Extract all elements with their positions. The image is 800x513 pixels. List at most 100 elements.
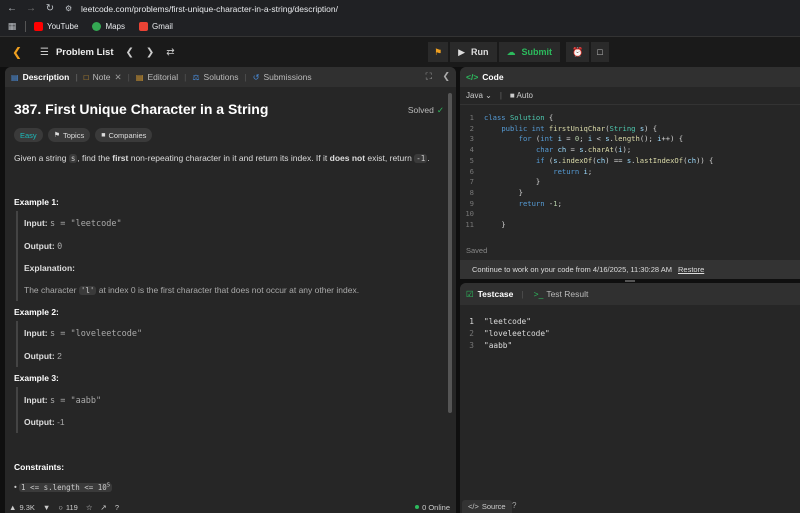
terminal-icon: >_ [533,289,544,299]
comment-icon: ○ [58,502,63,512]
constraint-item: • 1 <= s.length <= 105 [14,482,113,492]
description-scrollbar[interactable] [448,93,452,413]
list-icon: ☰ [40,46,49,58]
save-status: Saved [466,246,488,255]
bookmark-gmail[interactable]: Gmail [139,22,173,31]
restore-banner: Continue to work on your code from 4/16/… [460,260,800,279]
auto-mode-toggle[interactable]: ■ Auto [510,91,533,100]
resize-handle[interactable] [625,280,635,282]
back-icon[interactable]: ← [5,2,19,16]
topics-chip[interactable]: ⚑ Topics [47,128,91,142]
address-bar[interactable]: ⚙ leetcode.com/problems/first-unique-cha… [65,4,338,14]
help-icon: ? [114,502,120,512]
document-icon: ▤ [11,72,19,82]
timer-button[interactable]: ⏰ [566,42,590,62]
chevron-down-icon: ⌄ [485,91,492,100]
favorite-button[interactable]: ☆ [86,503,93,512]
bug-icon: ⚑ [434,46,443,57]
example-3-output: Output: -1 [24,417,65,427]
reload-icon[interactable]: ↻ [43,2,57,16]
help-button[interactable]: ? [115,503,119,512]
help-circle-icon[interactable]: ? [512,501,516,510]
prev-problem-icon[interactable]: ❮ [126,47,134,58]
run-button[interactable]: ▶ Run [450,42,497,62]
online-count: 0 Online [415,503,450,512]
online-dot-icon [415,505,420,509]
example-2-output: Output: 2 [24,351,62,361]
close-icon[interactable]: ✕ [115,72,122,83]
submit-button[interactable]: ☁ Submit [498,42,560,62]
tab-submissions[interactable]: ↺ Submissions [253,72,312,82]
lock-icon: ■ [509,91,515,100]
example-1-explanation: The character 'l' at index 0 is the firs… [24,285,360,295]
shuffle-icon[interactable]: ⇄ [166,47,174,58]
tab-testcase[interactable]: ☑ Testcase [466,289,513,300]
note-icon: □ [597,47,603,57]
flask-icon: ⚖ [192,72,200,82]
bookmark-youtube[interactable]: YouTube [34,22,78,31]
play-icon: ▶ [458,46,465,57]
tab-test-result[interactable]: >_ Test Result [534,289,589,299]
example-1-output: Output: 0 [24,241,63,252]
example-2-title: Example 2: [14,307,59,317]
tab-description[interactable]: ▤ Description | [11,72,78,82]
problem-content: 387. First Unique Character in a String … [14,101,444,492]
share-button[interactable]: ↗ [101,503,107,512]
code-tab-bar: </> Code [460,67,800,87]
history-icon: ↺ [252,72,260,82]
like-button[interactable]: ▲ 9.3K [9,503,35,512]
next-problem-icon[interactable]: ❯ [146,47,154,58]
example-3-input: Input: s = "aabb" [24,395,102,406]
run-submit-toolbar: ⚑ ▶ Run ☁ Submit ⏰ □ [428,42,611,62]
site-info-icon[interactable]: ⚙ [65,4,75,14]
page-title: 387. First Unique Character in a String [14,101,269,117]
browser-toolbar: ← → ↻ ⚙ leetcode.com/problems/first-uniq… [0,0,800,17]
tab-solutions[interactable]: ⚖ Solutions | [192,72,246,82]
url-text: leetcode.com/problems/first-unique-chara… [81,3,338,14]
difficulty-badge: Easy [14,128,43,142]
bookmarks-bar: ▦ YouTube Maps Gmail [0,17,800,37]
comments-button[interactable]: ○ 119 [58,503,78,512]
source-button[interactable]: </> Source [462,500,512,513]
collapse-icon[interactable]: ❮ [442,71,450,81]
language-select[interactable]: Java ⌄ [466,91,492,100]
tab-note[interactable]: □ Note ✕ | [84,72,130,83]
share-icon: ↗ [100,502,107,512]
restore-link[interactable]: Restore [678,265,704,274]
dislike-button[interactable]: ▼ [43,503,50,512]
constraints-title: Constraints: [14,462,65,472]
gmail-icon [139,22,148,31]
debug-button[interactable]: ⚑ [428,42,449,62]
alarm-icon: ⏰ [572,46,584,57]
engagement-bar: ▲ 9.3K ▼ ○ 119 ☆ ↗ ? 0 Online [5,501,456,513]
tab-editorial[interactable]: ▤ Editorial | [136,72,187,82]
testcase-tab-bar: ☑ Testcase | >_ Test Result [460,283,800,305]
bookmark-maps[interactable]: Maps [92,22,125,31]
problem-list-button[interactable]: ☰ Problem List [40,47,114,58]
code-icon: </> [466,72,479,82]
code-editor[interactable]: 1 class Solution { 2 public int firstUniq… [460,111,800,231]
problem-tags: Easy ⚑ Topics ■ Companies [14,128,157,142]
companies-chip[interactable]: ■ Companies [95,128,153,142]
example-1-title: Example 1: [14,197,59,207]
check-circle-icon: ✓ [436,105,444,115]
leetcode-logo-icon[interactable]: ❮ [10,45,24,59]
editor-settings-row: Java ⌄ | ■ Auto [460,87,800,105]
testcase-panel: ☑ Testcase | >_ Test Result 1 "leetcode" … [460,283,800,513]
lock-icon: ■ [101,131,106,139]
maximize-icon[interactable]: ⛶ [426,71,432,81]
upload-cloud-icon: ☁ [506,46,516,57]
description-panel: ▤ Description | □ Note ✕ | ▤ Editorial |… [5,67,456,513]
example-1-input: Input: s = "leetcode" [24,218,122,229]
problem-description: Given a string s, find the first non-rep… [14,153,430,163]
example-3-block [16,387,436,433]
youtube-icon [34,22,43,31]
example-2-input: Input: s = "loveleetcode" [24,328,143,339]
notes-button[interactable]: □ [591,42,609,62]
checkbox-icon: ☑ [466,288,474,299]
apps-grid-icon[interactable]: ▦ [5,20,19,34]
code-icon: </> [468,502,479,511]
forward-icon[interactable]: → [24,2,38,16]
maps-icon [92,22,102,31]
thumbs-up-icon: ▲ [9,502,17,512]
